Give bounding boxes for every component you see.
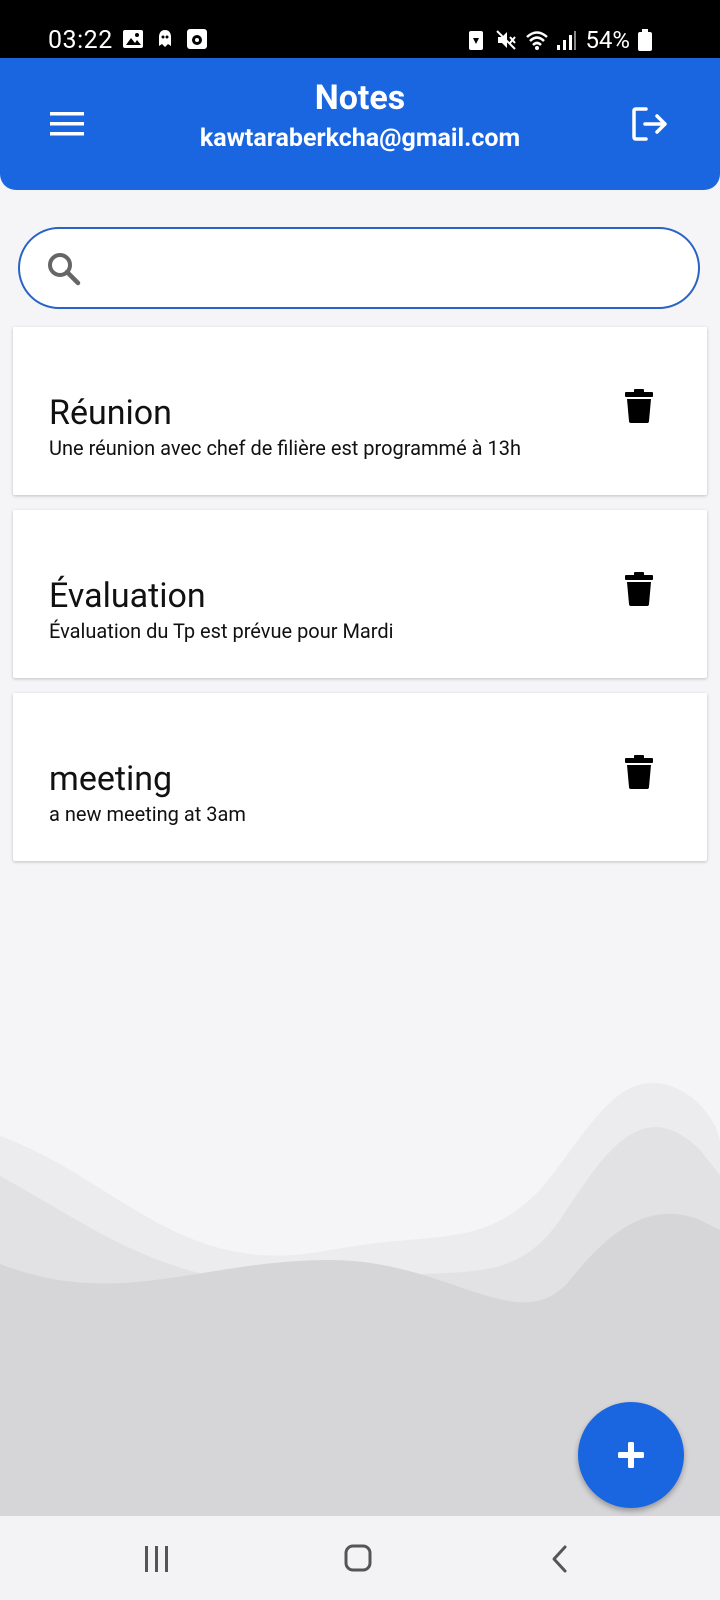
search-bar[interactable] [18,227,700,309]
user-email: kawtaraberkcha@gmail.com [199,124,521,153]
plus-icon [618,1442,644,1468]
media-icon [186,28,208,50]
note-body: Évaluation du Tp est prévue pour Mardi [49,619,394,643]
ghost-icon [154,28,176,50]
search-input[interactable] [100,243,668,297]
image-icon [122,28,144,50]
note-title: meeting [49,759,173,799]
home-icon[interactable] [344,1544,372,1572]
note-body: Une réunion avec chef de filière est pro… [49,436,522,460]
back-icon[interactable] [550,1544,570,1574]
battery-saver-icon [465,29,487,51]
status-bar: 03:22 54% [0,0,720,58]
delete-note-button[interactable] [625,755,653,789]
trash-icon [625,572,653,606]
recents-icon[interactable] [142,1546,172,1572]
note-card[interactable]: meeting a new meeting at 3am [13,693,707,861]
status-left-icons [122,28,208,50]
note-title: Réunion [49,393,172,433]
note-card[interactable]: Réunion Une réunion avec chef de filière… [13,327,707,495]
note-card[interactable]: Évaluation Évaluation du Tp est prévue p… [13,510,707,678]
status-time: 03:22 [48,26,113,55]
wifi-icon [525,29,549,51]
battery-percent: 54% [585,26,630,54]
logout-button[interactable] [630,104,670,144]
page-title: Notes [314,78,406,118]
app-bar: Notes kawtaraberkcha@gmail.com [0,58,720,190]
signal-icon [555,29,577,51]
add-note-button[interactable] [578,1402,684,1508]
note-title: Évaluation [49,576,206,616]
search-icon [48,253,81,286]
mute-icon [495,29,517,51]
status-right: 54% [465,26,660,54]
system-nav-bar [0,1516,720,1600]
logout-icon [632,107,667,141]
trash-icon [625,755,653,789]
delete-note-button[interactable] [625,572,653,606]
battery-icon [638,29,660,51]
note-body: a new meeting at 3am [49,802,246,826]
trash-icon [625,389,653,423]
delete-note-button[interactable] [625,389,653,423]
